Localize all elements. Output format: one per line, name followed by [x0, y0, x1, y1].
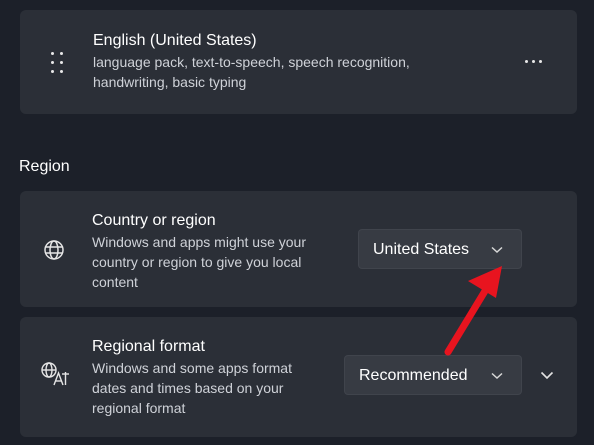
language-features-line: handwriting, basic typing: [93, 74, 247, 90]
language-format-icon: [41, 362, 69, 386]
drag-handle-icon[interactable]: [49, 52, 65, 74]
format-title: Regional format: [92, 338, 205, 355]
country-dropdown[interactable]: United States: [358, 229, 522, 269]
country-title: Country or region: [92, 212, 216, 229]
country-selected-value: United States: [373, 241, 470, 258]
format-dropdown[interactable]: Recommended: [344, 355, 522, 395]
country-region-card: Country or region Windows and apps might…: [20, 191, 577, 307]
chevron-down-icon: [491, 372, 503, 380]
globe-icon: [44, 240, 64, 260]
region-heading: Region: [19, 158, 70, 175]
country-description-line: Windows and apps might use your: [92, 234, 306, 250]
language-card[interactable]: English (United States) language pack, t…: [20, 10, 577, 114]
chevron-down-icon: [491, 246, 503, 254]
format-description-line: regional format: [92, 400, 186, 416]
country-description-line: content: [92, 274, 138, 290]
language-features: language pack, text-to-speech, speech re…: [93, 52, 410, 92]
country-description: Windows and apps might use your country …: [92, 232, 306, 292]
format-description-line: dates and times based on your: [92, 380, 284, 396]
regional-format-card[interactable]: Regional format Windows and some apps fo…: [20, 317, 577, 437]
language-name: English (United States): [93, 32, 257, 49]
expand-chevron-icon[interactable]: [540, 371, 554, 380]
format-selected-value: Recommended: [359, 367, 468, 384]
country-description-line: country or region to give you local: [92, 254, 302, 270]
format-description: Windows and some apps format dates and t…: [92, 358, 292, 418]
format-description-line: Windows and some apps format: [92, 360, 292, 376]
language-features-line: language pack, text-to-speech, speech re…: [93, 54, 410, 70]
more-options-icon[interactable]: [523, 59, 543, 65]
